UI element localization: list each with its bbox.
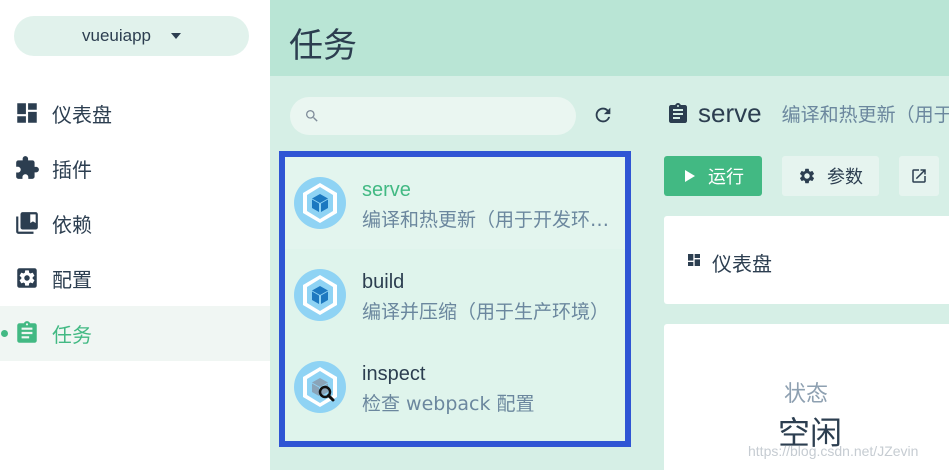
dashboard-card[interactable]: 仪表盘 [664,216,949,304]
search-icon [306,110,318,122]
gear-icon [799,168,815,184]
page-title: 任务 [289,26,357,66]
settings-icon [17,268,37,288]
page-header: 任务 [270,0,949,76]
sidebar-item-label: 插件 [52,158,92,182]
caret-down-icon [171,33,181,39]
sidebar-item-plugins[interactable]: 插件 [0,141,270,196]
refresh-icon[interactable] [592,104,614,126]
task-list: serve 编译和热更新（用于开发环境） build 编译并压缩（用于生产环境） [279,151,631,447]
sidebar-item-label: 依赖 [52,213,92,237]
puzzle-icon [16,156,39,179]
active-indicator [1,330,8,337]
task-name: build [362,271,405,293]
sidebar-item-label: 任务 [52,323,92,347]
watermark: https://blog.csdn.net/JZevin [748,443,919,459]
webpack-icon [294,269,346,321]
sidebar-item-tasks[interactable]: 任务 [0,306,270,361]
task-description: 编译和热更新（用于开发环境） [362,209,624,231]
run-button-label: 运行 [708,167,744,188]
task-name: inspect [362,363,426,385]
project-name: vueuiapp [81,26,151,45]
parameters-button[interactable]: 参数 [782,156,879,196]
task-description: 编译并压缩（用于生产环境） [362,301,610,323]
dashboard-card-label: 仪表盘 [712,252,772,276]
open-external-icon [912,169,926,183]
task-name: serve [362,179,411,201]
status-label: 状态 [784,382,829,407]
play-icon [685,170,695,182]
clipboard-icon [669,102,687,123]
task-list-pane: serve 编译和热更新（用于开发环境） build 编译并压缩（用于生产环境） [270,76,644,470]
open-external-button[interactable] [899,156,939,196]
webpack-inspect-icon [294,361,346,413]
sidebar-item-dashboard[interactable]: 仪表盘 [0,86,270,141]
project-selector[interactable]: vueuiapp [14,16,249,56]
task-item-build[interactable]: build 编译并压缩（用于生产环境） [285,249,625,341]
task-detail-pane: serve 编译和热更新（用于开发环境） 运行 参数 仪表盘 状态 空闲 [644,76,949,470]
task-detail-description: 编译和热更新（用于开发环境） [781,104,949,126]
task-description: 检查 webpack 配置 [362,393,535,415]
task-item-serve[interactable]: serve 编译和热更新（用于开发环境） [285,157,625,249]
run-button[interactable]: 运行 [664,156,762,196]
sidebar-item-dependencies[interactable]: 依赖 [0,196,270,251]
dashboard-icon [688,254,700,266]
task-detail-header: serve 编译和热更新（用于开发环境） [666,98,949,129]
dashboard-icon [17,103,37,123]
sidebar-item-label: 仪表盘 [52,103,112,127]
webpack-icon [294,177,346,229]
search-input[interactable] [330,105,560,127]
sidebar-item-label: 配置 [52,268,92,292]
library-icon [16,212,38,234]
search-box[interactable] [290,97,576,135]
sidebar: vueuiapp 仪表盘 插件 依赖 配置 任务 [0,0,270,470]
parameters-button-label: 参数 [827,167,863,188]
sidebar-item-configuration[interactable]: 配置 [0,251,270,306]
clipboard-icon [17,321,37,343]
task-detail-name: serve [698,98,762,128]
task-item-inspect[interactable]: inspect 检查 webpack 配置 [285,341,625,433]
